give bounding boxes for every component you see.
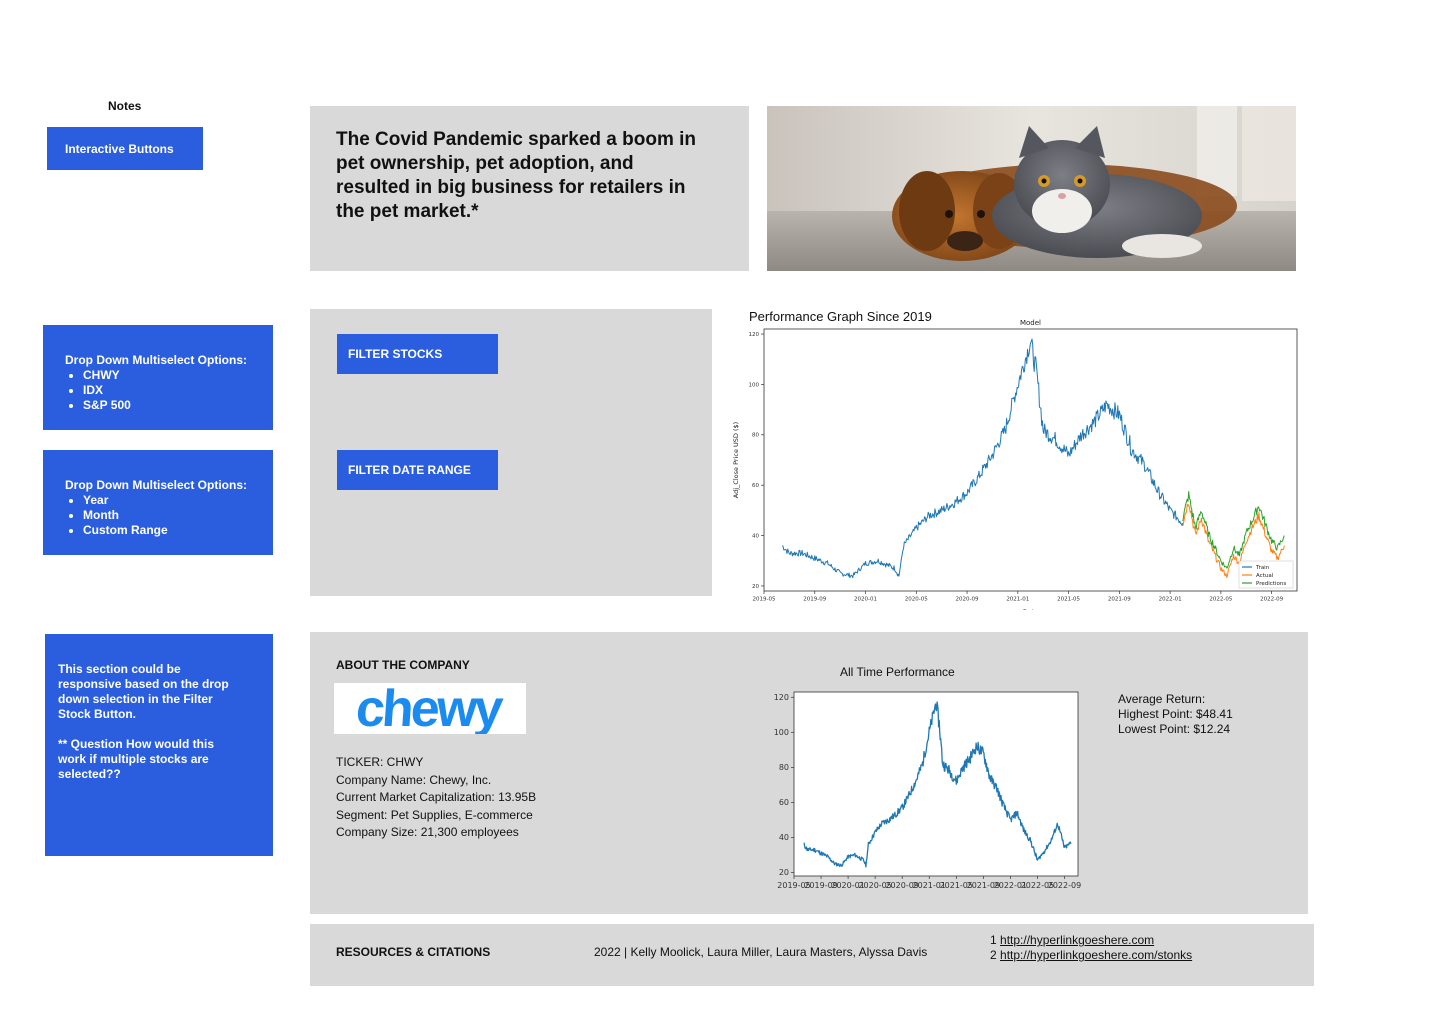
market-cap: Current Market Capitalization: 13.95B [336,790,537,805]
dropdown-note-dates: Drop Down Multiselect Options: Year Mont… [43,450,273,555]
filter-date-range-button[interactable]: FILTER DATE RANGE [337,450,498,490]
lowest-point: Lowest Point: $12.24 [1118,722,1231,736]
hero-line: The Covid Pandemic sparked a boom in [336,129,697,150]
x-tick-label: 2021-01 [1006,597,1029,603]
x-tick-label: 2022-09 [1048,881,1081,890]
option-item: Custom Range [83,523,263,538]
y-tick-label: 40 [752,533,759,539]
chewy-logo-mark: chewy [354,680,505,738]
option-item: S&P 500 [83,398,263,413]
legend-label: Train [1255,565,1270,571]
citation-1: 1 http://hyperlinkgoeshere.com [990,933,1192,948]
y-tick-label: 100 [749,382,760,388]
company-size: Company Size: 21,300 employees [336,825,519,840]
x-tick-label: 2019-05 [753,597,776,603]
dropdown-note-stocks: Drop Down Multiselect Options: CHWY IDX … [43,325,273,430]
hero-text-panel: The Covid Pandemic sparked a boom in pet… [310,106,749,271]
x-tick-label: 2022-01 [1159,597,1182,603]
notes-title: Notes [108,99,142,113]
citation-number: 2 [990,948,997,962]
option-item: CHWY [83,368,263,383]
highest-point: Highest Point: $48.41 [1118,707,1233,721]
note-line: Stock Button. [58,707,136,721]
company-name: Company Name: Chewy, Inc. [336,772,492,787]
about-company-title: ABOUT THE COMPANY [336,658,470,672]
citation-links: 1 http://hyperlinkgoeshere.com 2 http://… [990,933,1192,963]
chart-title: Model [1020,319,1041,327]
interactive-buttons-note: Interactive Buttons [47,127,203,170]
y-tick-label: 80 [779,763,789,772]
all-time-performance-title: All Time Performance [840,665,955,679]
note-line: selected?? [58,767,121,781]
resources-title: RESOURCES & CITATIONS [336,945,491,959]
x-tick-label: 2020-01 [854,597,877,603]
hero-line: resulted in big business for retailers i… [336,177,686,198]
dog-and-cat-illustration [767,106,1296,271]
average-return: Average Return: [1118,692,1206,706]
note-line: work if multiple stocks are [58,752,209,766]
y-tick-label: 80 [752,433,759,439]
citation-link[interactable]: http://hyperlinkgoeshere.com/stonks [1000,948,1192,962]
y-tick-label: 100 [774,728,789,737]
svg-text:chewy: chewy [354,683,505,734]
company-info: TICKER: CHWY Company Name: Chewy, Inc. C… [336,754,536,842]
y-axis-label: Adj_Close Price USD ($) [732,422,740,498]
legend-label: Predictions [1256,581,1286,587]
option-item: IDX [83,383,263,398]
x-tick-label: 2020-05 [905,597,928,603]
x-axis-label: Date [1023,608,1039,610]
note-line [58,722,261,737]
y-tick-label: 60 [752,483,759,489]
x-tick-label: 2022-09 [1260,597,1283,603]
citation-link[interactable]: http://hyperlinkgoeshere.com [1000,933,1154,947]
pets-photo [767,106,1296,271]
x-tick-label: 2021-09 [1108,597,1131,603]
y-tick-label: 20 [779,868,789,877]
x-tick-label: 2021-05 [1057,597,1080,603]
ticker: TICKER: CHWY [336,755,424,769]
y-tick-label: 120 [774,693,789,702]
x-tick-label: 2022-05 [1209,597,1232,603]
filter-stocks-button[interactable]: FILTER STOCKS [337,334,498,374]
y-tick-label: 40 [779,833,789,842]
dropdown-options-list: Year Month Custom Range [65,493,263,538]
chewy-logo: chewy [334,680,526,738]
credits: 2022 | Kelly Moolick, Laura Miller, Laur… [594,945,928,959]
legend-label: Actual [1256,573,1274,579]
hero-line: the pet market.* [336,201,479,222]
dropdown-note-heading: Drop Down Multiselect Options: [65,478,247,492]
option-item: Year [83,493,263,508]
note-line: responsive based on the drop [58,677,229,691]
all-time-chart: 204060801001202019-052019-092020-012020-… [774,691,1081,890]
plot-area [793,691,1079,877]
note-line: ** Question How would this [58,737,214,751]
y-tick-label: 120 [749,332,760,338]
responsive-section-note: This section could be responsive based o… [45,634,273,856]
dropdown-options-list: CHWY IDX S&P 500 [65,368,263,413]
x-tick-label: 2019-09 [803,597,826,603]
segment: Segment: Pet Supplies, E-commerce [336,807,533,822]
hero-line: pet ownership, pet adoption, and [336,153,634,174]
citation-number: 1 [990,933,997,947]
y-tick-label: 60 [779,798,789,807]
note-line: down selection in the Filter [58,692,213,706]
citation-2: 2 http://hyperlinkgoeshere.com/stonks [990,948,1192,963]
x-tick-label: 2020-09 [956,597,979,603]
dropdown-note-heading: Drop Down Multiselect Options: [65,353,247,367]
note-line: This section could be [58,662,181,676]
option-item: Month [83,508,263,523]
performance-stats: Average Return: Highest Point: $48.41 Lo… [1118,692,1233,737]
y-tick-label: 20 [752,584,759,590]
model-chart: 20 40 60 80 100 120 2019-05 2019-09 2020-01 2020-… [732,319,1298,610]
